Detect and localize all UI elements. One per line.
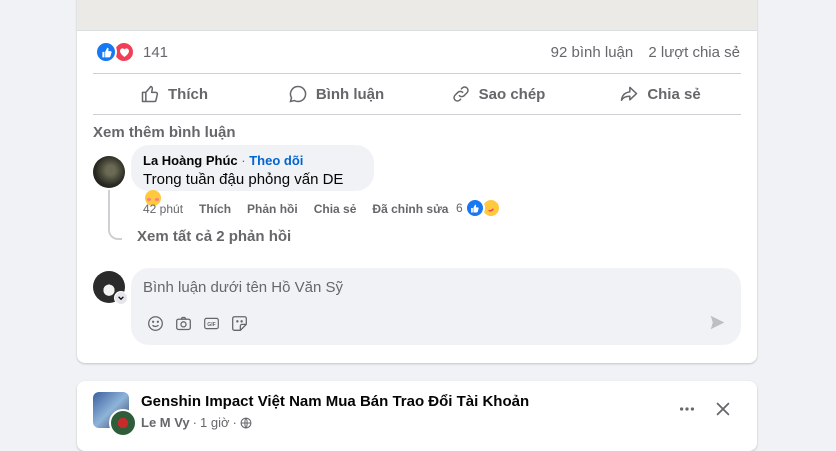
comment-input[interactable] [143, 276, 703, 298]
comments-count-link[interactable]: 92 bình luận [551, 44, 634, 61]
separator-dot: · [232, 415, 237, 430]
separator-dot: · [241, 153, 246, 168]
post-card: 141 92 bình luận 2 lượt chia sẻ Thích Bì… [77, 0, 757, 363]
post-stats: 141 92 bình luận 2 lượt chia sẻ [95, 39, 740, 65]
thumbs-up-icon [141, 85, 159, 103]
reaction-count: 141 [143, 43, 169, 61]
comment-edited-label[interactable]: Đã chỉnh sửa [372, 202, 448, 216]
comment-time[interactable]: 42 phút [143, 202, 183, 216]
more-options-icon[interactable] [675, 397, 699, 421]
comment-bubble: La Hoàng Phúc · Theo dõi Trong tuần đậu … [131, 145, 374, 206]
comment-bubble-icon [289, 85, 307, 103]
comment-meta: 42 phút Thích Phản hồi Chia sẻ Đã chỉnh … [143, 201, 464, 217]
post-actions: Thích Bình luận Sao chép Chia sẻ [93, 74, 741, 114]
share-label: Chia sẻ [647, 85, 701, 103]
post-meta: Le M Vy · 1 giờ · [141, 415, 252, 430]
link-icon [452, 86, 469, 102]
author-avatar[interactable] [109, 409, 137, 437]
next-post-card: Genshin Impact Việt Nam Mua Bán Trao Đổi… [77, 381, 757, 451]
post-author[interactable]: Le M Vy [141, 415, 190, 430]
comment-author[interactable]: La Hoàng Phúc [143, 153, 238, 168]
send-icon[interactable] [709, 314, 727, 332]
separator-dot: · [192, 415, 197, 430]
close-icon[interactable] [711, 397, 735, 421]
share-arrow-icon [621, 86, 638, 101]
globe-icon [240, 417, 252, 428]
chevron-down-icon[interactable] [114, 291, 128, 305]
copy-button[interactable]: Sao chép [417, 74, 579, 114]
gif-icon[interactable]: GIF [201, 313, 221, 333]
post-time[interactable]: 1 giờ [200, 415, 230, 430]
comment-reactions[interactable]: 6 [456, 198, 501, 218]
svg-text:GIF: GIF [207, 321, 216, 327]
see-more-comments-link[interactable]: Xem thêm bình luận [93, 124, 236, 141]
view-all-replies-link[interactable]: Xem tất cả 2 phản hồi [137, 228, 291, 245]
sticker-icon[interactable] [229, 313, 249, 333]
like-icon [464, 198, 485, 218]
like-label: Thích [168, 85, 208, 103]
divider [93, 114, 741, 115]
emoji-icon[interactable] [145, 313, 165, 333]
comment-reply-button[interactable]: Phản hồi [247, 202, 298, 216]
share-button[interactable]: Chia sẻ [579, 74, 741, 114]
like-icon [95, 41, 117, 63]
follow-button[interactable]: Theo dõi [249, 153, 303, 168]
comment-like-button[interactable]: Thích [199, 202, 231, 216]
copy-label: Sao chép [478, 85, 546, 103]
reply-thread-line [108, 190, 122, 240]
comment-button[interactable]: Bình luận [255, 74, 417, 114]
composer-tools: GIF [145, 313, 257, 333]
comment-label: Bình luận [315, 85, 385, 103]
comment-text: Trong tuần đậu phỏng vấn DE [143, 171, 344, 188]
post-media[interactable] [77, 0, 757, 30]
camera-icon[interactable] [173, 313, 193, 333]
comment-composer: GIF [131, 268, 741, 345]
comment-share-button[interactable]: Chia sẻ [314, 202, 357, 216]
like-button[interactable]: Thích [93, 74, 255, 114]
post-reactions[interactable]: 141 [95, 41, 168, 63]
shares-count-link[interactable]: 2 lượt chia sẻ [648, 44, 740, 61]
group-name[interactable]: Genshin Impact Việt Nam Mua Bán Trao Đổi… [141, 393, 529, 410]
comment-reaction-count: 6 [456, 201, 463, 215]
commenter-avatar[interactable] [93, 156, 125, 188]
